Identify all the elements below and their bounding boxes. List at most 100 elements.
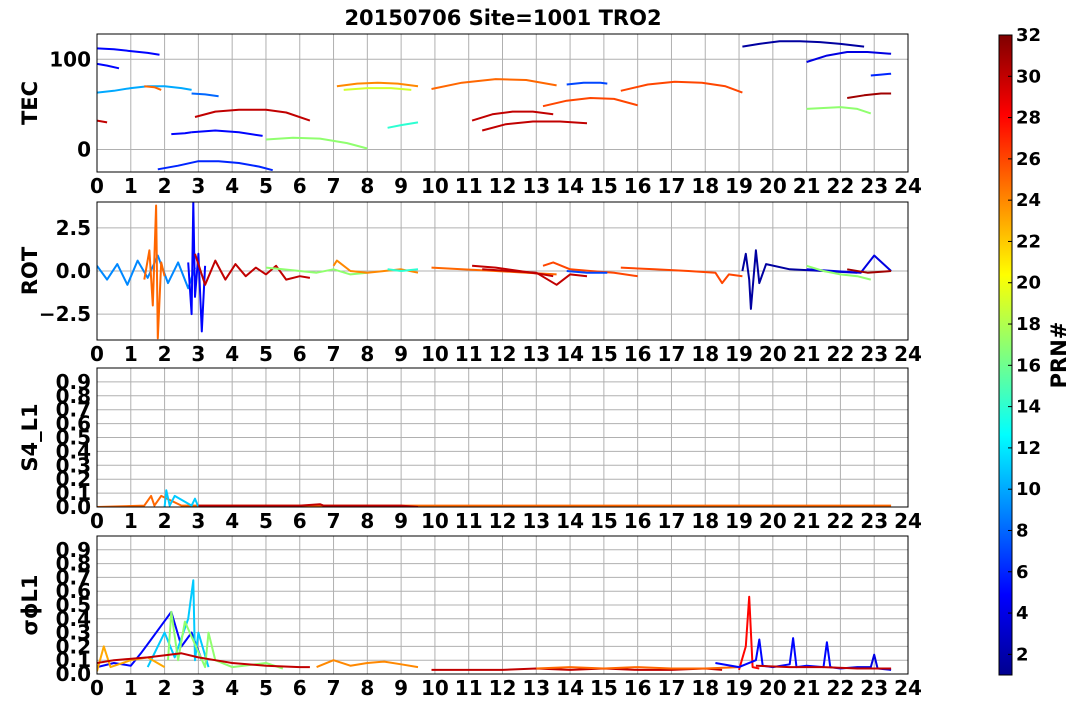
series-prn-8 <box>191 92 219 98</box>
x-tick-label: 23 <box>860 342 888 366</box>
colorbar-tick-label: 32 <box>1016 25 1041 46</box>
series-prn-7 <box>566 81 608 86</box>
y-tick-label: 2.5 <box>56 216 91 240</box>
x-tick-label: 4 <box>225 509 239 533</box>
x-tick-label: 10 <box>421 342 449 366</box>
panel-1: 0 1 2 3 4 5 6 7 8 9 10 11 12 13 14 15 16 17 18 19 20 21 22 23 24… <box>18 33 922 198</box>
x-tick-label: 16 <box>624 174 652 198</box>
x-tick-label: 0 <box>90 509 104 533</box>
x-tick-label: 5 <box>259 676 273 700</box>
x-tick-label: 23 <box>860 509 888 533</box>
x-tick-label: 5 <box>259 509 273 533</box>
colorbar-gradient <box>998 34 1013 676</box>
x-tick-label: 9 <box>394 676 408 700</box>
x-tick-label: 20 <box>759 174 787 198</box>
x-tick-label: 22 <box>826 509 854 533</box>
x-tick-label: 4 <box>225 174 239 198</box>
colorbar-tick-label: 4 <box>1016 603 1029 624</box>
x-tick-label: 22 <box>826 174 854 198</box>
x-tick-label: 1 <box>124 174 138 198</box>
panel-2: 0 1 2 3 4 5 6 7 8 9 10 11 12 13 14 15 16 17 18 19 20 21 22 23 24… <box>18 201 922 366</box>
x-tick-label: 14 <box>556 342 584 366</box>
x-tick-label: 14 <box>556 174 584 198</box>
x-tick-label: 14 <box>556 509 584 533</box>
x-tick-label: 2 <box>158 509 172 533</box>
x-tick-label: 7 <box>327 174 341 198</box>
panel-3: 0 1 2 3 4 5 6 7 8 9 10 11 12 13 14 15 16 17 18 19 20 21 22 23 24… <box>18 367 922 533</box>
x-tick-label: 7 <box>327 676 341 700</box>
x-tick-label: 3 <box>191 174 205 198</box>
x-tick-label: 11 <box>455 509 483 533</box>
x-tick-label: 5 <box>259 342 273 366</box>
series-prn-2 <box>742 40 865 48</box>
x-tick-label: 11 <box>455 174 483 198</box>
x-tick-label: 11 <box>455 676 483 700</box>
x-tick-label: 3 <box>191 676 205 700</box>
x-tick-label: 19 <box>725 509 753 533</box>
series-prn-19 <box>343 87 412 91</box>
y-tick-label: 0.0 <box>56 259 91 283</box>
x-tick-label: 13 <box>522 676 550 700</box>
colorbar-tick-label: 2 <box>1016 644 1029 665</box>
x-tick-label: 24 <box>894 509 922 533</box>
colorbar-tick-label: 12 <box>1016 438 1041 459</box>
x-tick-label: 24 <box>894 342 922 366</box>
colorbar-tick-label: 18 <box>1016 314 1041 335</box>
x-tick-label: 8 <box>360 676 374 700</box>
x-tick-label: 16 <box>624 676 652 700</box>
x-tick-label: 18 <box>691 676 719 700</box>
series-group <box>97 579 892 672</box>
x-tick-label: 10 <box>421 174 449 198</box>
series-prn-5 <box>97 62 120 70</box>
x-tick-label: 2 <box>158 174 172 198</box>
x-tick-label: 8 <box>360 342 374 366</box>
x-tick-label: 7 <box>327 509 341 533</box>
x-tick-label: 24 <box>894 676 922 700</box>
y-tick-label: 0.9 <box>56 370 91 394</box>
x-tick-label: 21 <box>793 174 821 198</box>
panels: 0 1 2 3 4 5 6 7 8 9 10 11 12 13 14 15 16 17 18 19 20 21 22 23 24… <box>18 33 922 700</box>
x-tick-label: 20 <box>759 509 787 533</box>
x-tick-label: 13 <box>522 174 550 198</box>
series-prn-24 <box>336 81 419 88</box>
series-prn-26 <box>620 266 743 285</box>
colorbar-tick-label: 8 <box>1016 520 1029 541</box>
series-prn-26 <box>542 261 638 278</box>
series-prn-25 <box>143 204 166 340</box>
x-tick-label: 13 <box>522 509 550 533</box>
x-tick-label: 12 <box>489 509 517 533</box>
y-tick-label: 0.9 <box>56 538 91 562</box>
colorbar-label: PRN# <box>1047 322 1071 389</box>
panel-4: 0 1 2 3 4 5 6 7 8 9 10 11 12 13 14 15 16 17 18 19 20 21 22 23 24… <box>18 535 922 700</box>
x-tick-label: 23 <box>860 676 888 700</box>
x-tick-label: 11 <box>455 342 483 366</box>
figure: 20150706 Site=1001 TRO2 0 1 2 3 4 5 6 7 8 9 10 11 12… <box>18 6 1071 700</box>
x-tick-label: 18 <box>691 174 719 198</box>
x-tick-label: 15 <box>590 174 618 198</box>
x-tick-label: 22 <box>826 342 854 366</box>
series-prn-26 <box>620 80 743 94</box>
colorbar-tick-label: 24 <box>1016 190 1041 211</box>
x-tick-label: 14 <box>556 676 584 700</box>
x-tick-label: 12 <box>489 676 517 700</box>
series-prn-26 <box>542 97 638 108</box>
colorbar-tick-label: 30 <box>1016 66 1041 87</box>
series-prn-31 <box>847 92 892 99</box>
x-tick-label: 12 <box>489 342 517 366</box>
x-tick-label: 3 <box>191 342 205 366</box>
x-tick-label: 13 <box>522 342 550 366</box>
x-tick-label: 8 <box>360 509 374 533</box>
colorbar: PRN# 2468101214161820222426283032 <box>998 25 1071 676</box>
x-tick-label: 0 <box>90 676 104 700</box>
colorbar-tick-label: 28 <box>1016 108 1041 129</box>
x-tick-label: 17 <box>658 174 686 198</box>
x-tick-label: 23 <box>860 174 888 198</box>
series-prn-5 <box>187 202 207 333</box>
x-tick-label: 15 <box>590 342 618 366</box>
x-tick-label: 9 <box>394 509 408 533</box>
x-tick-label: 1 <box>124 342 138 366</box>
x-tick-label: 6 <box>293 676 307 700</box>
x-tick-label: 2 <box>158 342 172 366</box>
x-tick-label: 20 <box>759 342 787 366</box>
x-tick-label: 24 <box>894 174 922 198</box>
